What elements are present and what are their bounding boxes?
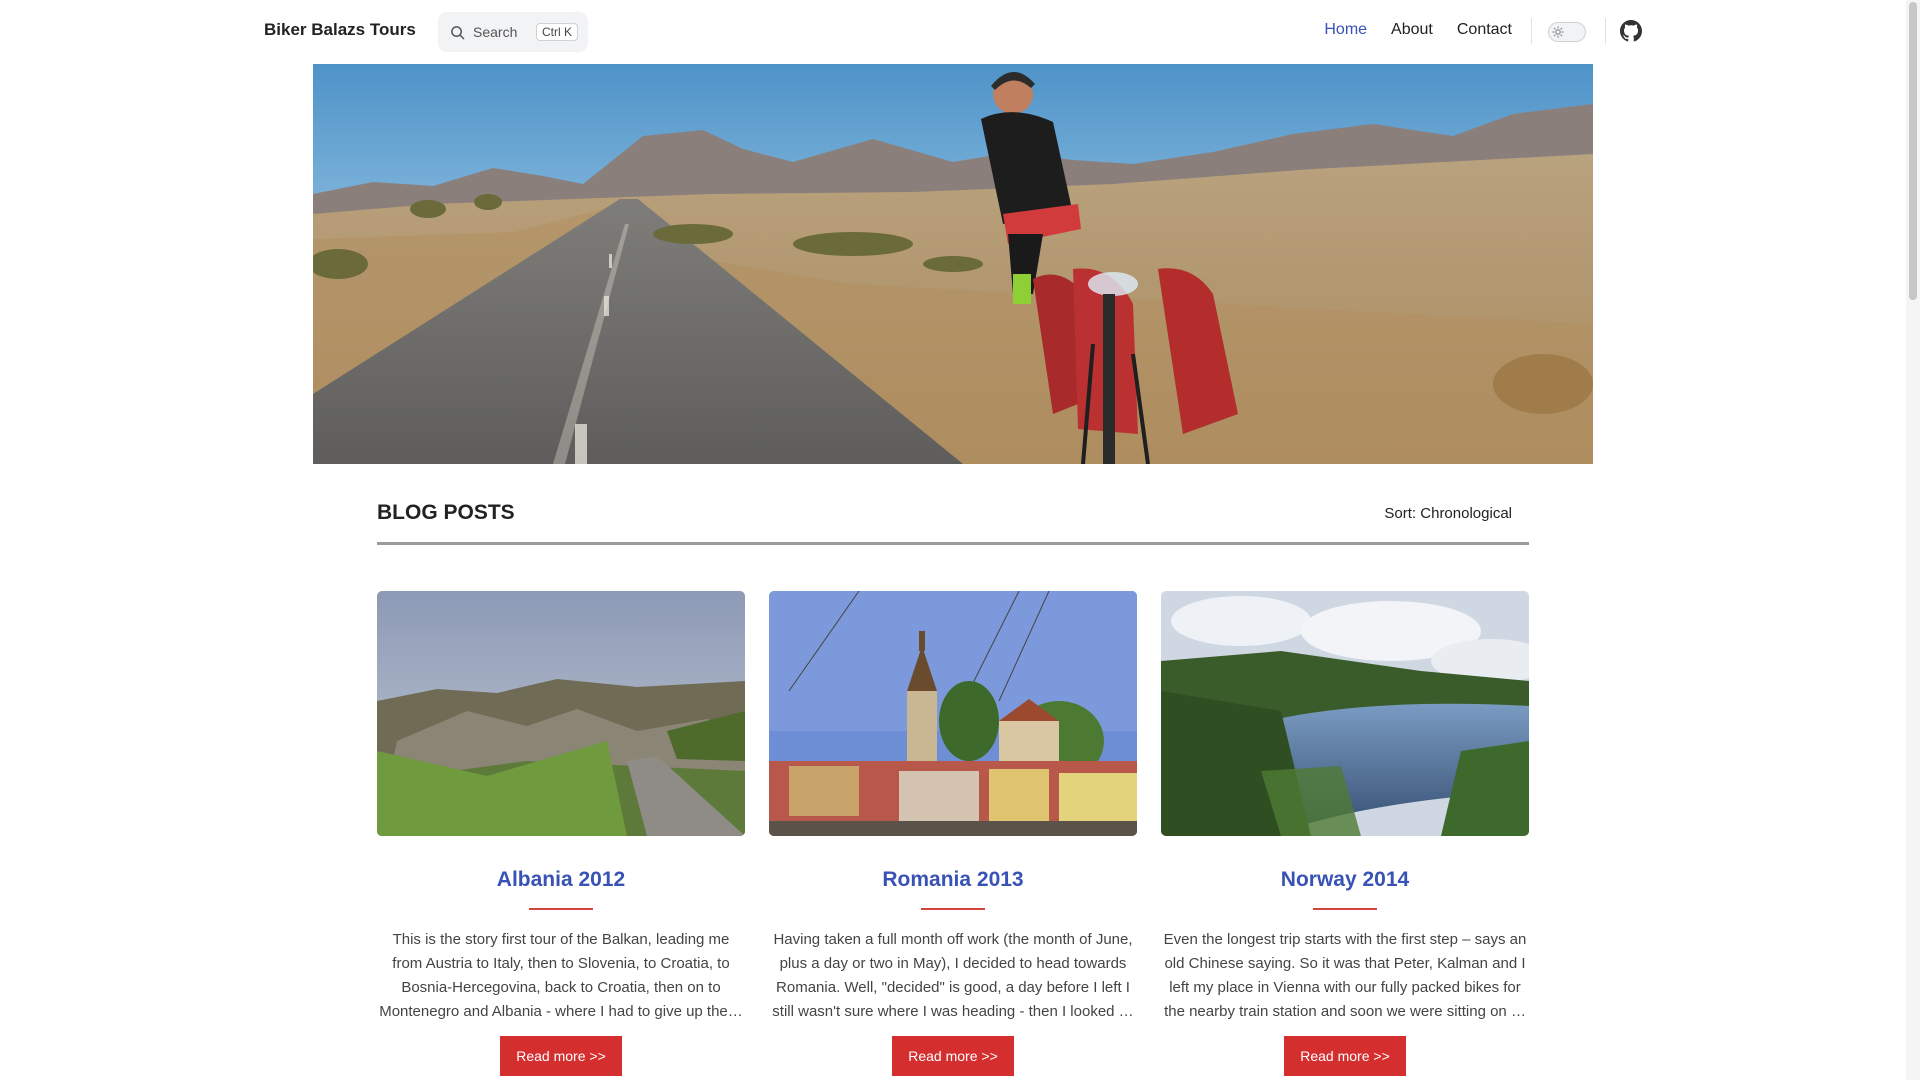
hero-image bbox=[313, 64, 1593, 464]
sort-selector[interactable]: Sort: Chronological bbox=[1384, 505, 1512, 522]
blog-header: BLOG POSTS Sort: Chronological bbox=[377, 494, 1529, 545]
page-scrollbar[interactable] bbox=[1906, 0, 1920, 1080]
post-image[interactable] bbox=[769, 591, 1137, 836]
nav-home[interactable]: Home bbox=[1324, 21, 1367, 39]
post-excerpt: Having taken a full month off work (the … bbox=[772, 931, 1134, 1020]
read-more-button[interactable]: Read more >> bbox=[500, 1036, 622, 1076]
search-button[interactable]: Search Ctrl K bbox=[438, 12, 588, 52]
github-icon[interactable] bbox=[1620, 20, 1642, 42]
search-icon bbox=[451, 25, 465, 39]
sun-icon bbox=[1552, 26, 1564, 38]
post-title[interactable]: Norway 2014 bbox=[1161, 868, 1529, 892]
search-label: Search bbox=[473, 24, 518, 40]
title-rule bbox=[921, 908, 985, 910]
nav-about[interactable]: About bbox=[1391, 21, 1433, 39]
post-image[interactable] bbox=[377, 591, 745, 836]
post-excerpt: This is the story first tour of the Balk… bbox=[379, 931, 743, 1020]
navbar: Biker Balazs Tours Search Ctrl K Home Ab… bbox=[0, 0, 1906, 63]
post-title[interactable]: Albania 2012 bbox=[377, 868, 745, 892]
site-brand[interactable]: Biker Balazs Tours bbox=[264, 20, 416, 40]
post-excerpt: Even the longest trip starts with the fi… bbox=[1163, 931, 1527, 1020]
nav-contact[interactable]: Contact bbox=[1457, 21, 1512, 39]
nav-divider bbox=[1531, 18, 1532, 44]
post-card: Albania 2012 This is the story first tou… bbox=[377, 591, 745, 1076]
title-rule bbox=[1313, 908, 1377, 910]
read-more-button[interactable]: Read more >> bbox=[1284, 1036, 1406, 1076]
post-card: Norway 2014 Even the longest trip starts… bbox=[1161, 591, 1529, 1076]
theme-toggle[interactable] bbox=[1548, 22, 1586, 42]
search-shortcut: Ctrl K bbox=[536, 23, 578, 41]
scrollbar-thumb[interactable] bbox=[1909, 2, 1917, 300]
blog-heading: BLOG POSTS bbox=[377, 501, 515, 524]
post-title[interactable]: Romania 2013 bbox=[769, 868, 1137, 892]
read-more-button[interactable]: Read more >> bbox=[892, 1036, 1014, 1076]
post-card: Romania 2013 Having taken a full month o… bbox=[769, 591, 1137, 1076]
nav-divider bbox=[1605, 18, 1606, 44]
main-nav: Home About Contact bbox=[1324, 21, 1512, 39]
post-image[interactable] bbox=[1161, 591, 1529, 836]
title-rule bbox=[529, 908, 593, 910]
